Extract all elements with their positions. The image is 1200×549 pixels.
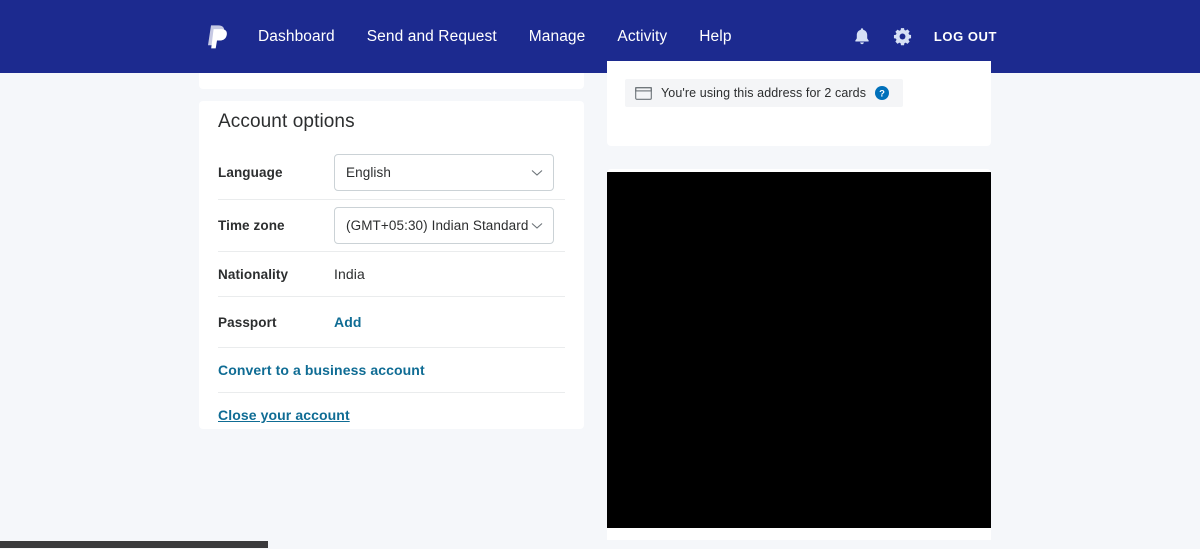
nav-item-help[interactable]: Help [699, 28, 731, 46]
convert-to-business-account-link[interactable]: Convert to a business account [218, 362, 425, 378]
horizontal-scrollbar-thumb[interactable] [0, 541, 268, 548]
nationality-value: India [334, 266, 365, 282]
logout-button[interactable]: LOG OUT [934, 29, 997, 44]
language-label: Language [218, 165, 283, 180]
nav-item-manage[interactable]: Manage [529, 28, 586, 46]
chevron-down-icon [530, 219, 544, 233]
credit-card-glyph [635, 86, 652, 100]
row-language: Language English [218, 146, 565, 199]
passport-add-link[interactable]: Add [334, 314, 362, 330]
passport-label: Passport [218, 314, 277, 330]
row-passport: Passport Add [218, 296, 565, 347]
paypal-logo[interactable] [205, 22, 231, 52]
language-select[interactable]: English [334, 154, 554, 191]
media-panel-card [607, 169, 991, 549]
paypal-logo-icon [208, 25, 227, 49]
timezone-select-value: (GMT+05:30) Indian Standard T… [346, 218, 530, 233]
chevron-down-icon [530, 166, 544, 180]
help-circle-icon[interactable]: ? [875, 86, 890, 100]
gear-icon-glyph [894, 28, 912, 46]
address-card: You're using this address for 2 cards ? [607, 61, 991, 146]
timezone-select[interactable]: (GMT+05:30) Indian Standard T… [334, 207, 554, 244]
address-cards-notice: You're using this address for 2 cards ? [625, 79, 904, 107]
horizontal-scrollbar-track[interactable] [0, 540, 1200, 549]
account-options-card: Account options Language English Time zo… [199, 101, 584, 429]
nav-item-dashboard[interactable]: Dashboard [258, 28, 335, 46]
row-convert-business: Convert to a business account [218, 347, 565, 392]
row-timezone: Time zone (GMT+05:30) Indian Standard T… [218, 199, 565, 251]
row-close-account: Close your account [218, 392, 565, 437]
chevron-down-glyph [531, 169, 543, 176]
bell-icon-glyph [855, 28, 869, 45]
nav-item-send-and-request[interactable]: Send and Request [367, 28, 497, 46]
nationality-label: Nationality [218, 266, 289, 282]
bell-icon[interactable] [852, 27, 872, 47]
gear-icon[interactable] [893, 27, 913, 47]
row-nationality: Nationality India [218, 251, 565, 296]
previous-card-fragment [199, 73, 584, 89]
close-your-account-link[interactable]: Close your account [218, 407, 350, 423]
page-title: Account options [218, 111, 355, 132]
chevron-down-glyph [531, 222, 543, 229]
help-circle-glyph: ? [875, 86, 890, 100]
language-select-value: English [346, 165, 391, 180]
nav-item-activity[interactable]: Activity [617, 28, 667, 46]
media-placeholder[interactable] [607, 172, 991, 528]
svg-text:?: ? [879, 88, 885, 99]
timezone-label: Time zone [218, 218, 285, 233]
top-navigation-bar: Dashboard Send and Request Manage Activi… [0, 0, 1200, 73]
address-cards-notice-text: You're using this address for 2 cards [661, 86, 867, 100]
credit-card-icon [635, 86, 652, 100]
page-content: Account options Language English Time zo… [0, 61, 1200, 549]
